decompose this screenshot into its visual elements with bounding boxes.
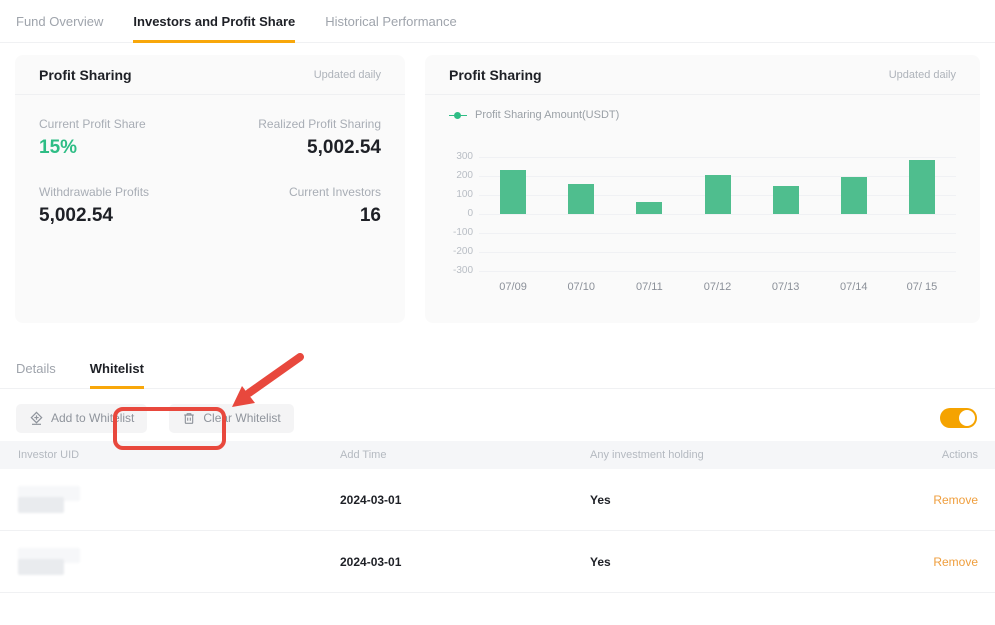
add-to-whitelist-label: Add to Whitelist: [51, 411, 134, 425]
legend-label: Profit Sharing Amount(USDT): [475, 109, 619, 121]
cell-holding: Yes: [590, 493, 888, 507]
redacted-uid: [18, 548, 84, 576]
chart-bar: [773, 186, 799, 214]
chart-x-tick-label: 07/12: [683, 281, 751, 293]
stats-grid: Current Profit Share 15% Realized Profit…: [15, 95, 405, 227]
table-row: 2024-03-01 Yes Remove: [0, 531, 995, 593]
stat-value: 5,002.54: [210, 137, 381, 159]
stat-current-profit-share: Current Profit Share 15%: [39, 117, 210, 159]
chart-bar: [500, 170, 526, 214]
chart-x-tick-label: 07/11: [615, 281, 683, 293]
whitelist-toolbar: Add to Whitelist Clear Whitelist: [16, 403, 979, 433]
card-header: Profit Sharing Updated daily: [15, 55, 405, 95]
updated-daily-label: Updated daily: [889, 69, 956, 81]
tab-historical-performance[interactable]: Historical Performance: [325, 14, 457, 42]
chart-x-axis: 07/0907/1007/1107/1207/1307/1407/ 15: [479, 281, 956, 293]
chart-y-tick-label: 100: [456, 189, 473, 200]
header-actions: Actions: [888, 449, 978, 461]
profit-sharing-chart-card: Profit Sharing Updated daily Profit Shar…: [425, 55, 980, 323]
chart-bar: [568, 184, 594, 214]
cell-investor-uid: [18, 548, 340, 576]
main-tabs: Fund Overview Investors and Profit Share…: [0, 0, 995, 43]
header-any-investment-holding: Any investment holding: [590, 449, 888, 461]
chart-bar: [909, 160, 935, 214]
whitelist-table: Investor UID Add Time Any investment hol…: [0, 441, 995, 593]
cell-add-time: 2024-03-01: [340, 493, 590, 507]
chart-y-tick-label: 300: [456, 151, 473, 162]
tab-fund-overview[interactable]: Fund Overview: [16, 14, 103, 42]
cell-investor-uid: [18, 486, 340, 514]
chart-gridline: [479, 252, 956, 253]
stat-realized-profit-sharing: Realized Profit Sharing 5,002.54: [210, 117, 381, 159]
table-header-row: Investor UID Add Time Any investment hol…: [0, 441, 995, 469]
chart-y-tick-label: -300: [453, 265, 473, 276]
header-investor-uid: Investor UID: [18, 449, 340, 461]
add-to-whitelist-icon: [29, 411, 44, 426]
card-title: Profit Sharing: [449, 67, 542, 83]
chart-gridline: [479, 271, 956, 272]
chart-plot: [479, 157, 956, 271]
chart-x-tick-label: 07/14: [820, 281, 888, 293]
chart-gridline: [479, 214, 956, 215]
summary-cards: Profit Sharing Updated daily Current Pro…: [15, 55, 980, 323]
header-add-time: Add Time: [340, 449, 590, 461]
stat-label: Current Investors: [210, 185, 381, 199]
remove-link[interactable]: Remove: [933, 493, 978, 507]
chart-gridline: [479, 233, 956, 234]
chart-bar: [705, 175, 731, 214]
table-row: 2024-03-01 Yes Remove: [0, 469, 995, 531]
cell-actions: Remove: [888, 555, 978, 569]
cell-holding: Yes: [590, 555, 888, 569]
stat-value: 5,002.54: [39, 205, 210, 227]
stat-label: Current Profit Share: [39, 117, 210, 131]
clear-whitelist-label: Clear Whitelist: [203, 411, 280, 425]
stat-label: Withdrawable Profits: [39, 185, 210, 199]
chart-gridline: [479, 157, 956, 158]
redacted-uid: [18, 486, 84, 514]
whitelist-toggle[interactable]: [940, 408, 977, 428]
chart-y-tick-label: -200: [453, 246, 473, 257]
stat-value: 16: [210, 205, 381, 227]
page: { "colors": { "accent_underline": "#F8A7…: [0, 0, 995, 625]
add-to-whitelist-button[interactable]: Add to Whitelist: [16, 404, 147, 433]
legend-series-icon: [449, 112, 467, 119]
tab-whitelist[interactable]: Whitelist: [90, 361, 144, 388]
chart-legend: Profit Sharing Amount(USDT): [449, 109, 956, 121]
remove-link[interactable]: Remove: [933, 555, 978, 569]
toggle-knob: [959, 410, 975, 426]
chart-y-tick-label: 0: [467, 208, 473, 219]
stat-withdrawable-profits: Withdrawable Profits 5,002.54: [39, 185, 210, 227]
chart-y-axis: 3002001000-100-200-300: [449, 157, 479, 271]
tab-investors-profit-share[interactable]: Investors and Profit Share: [133, 14, 295, 42]
stat-current-investors: Current Investors 16: [210, 185, 381, 227]
cell-add-time: 2024-03-01: [340, 555, 590, 569]
stat-label: Realized Profit Sharing: [210, 117, 381, 131]
clear-whitelist-button[interactable]: Clear Whitelist: [169, 404, 293, 433]
trash-icon: [182, 411, 196, 426]
card-title: Profit Sharing: [39, 67, 132, 83]
profit-sharing-stats-card: Profit Sharing Updated daily Current Pro…: [15, 55, 405, 323]
chart-y-tick-label: -100: [453, 227, 473, 238]
chart-bar: [841, 177, 867, 214]
tab-details[interactable]: Details: [16, 361, 56, 388]
chart-x-tick-label: 07/13: [752, 281, 820, 293]
chart-x-tick-label: 07/10: [547, 281, 615, 293]
chart-y-tick-label: 200: [456, 170, 473, 181]
card-header: Profit Sharing Updated daily: [425, 55, 980, 95]
stat-value: 15%: [39, 137, 210, 159]
chart-x-tick-label: 07/ 15: [888, 281, 956, 293]
chart-bar: [636, 202, 662, 214]
updated-daily-label: Updated daily: [314, 69, 381, 81]
detail-tabs: Details Whitelist: [0, 361, 995, 389]
chart-body: Profit Sharing Amount(USDT) 300 200 100 0 -1…: [425, 95, 980, 293]
bar-chart: 3002001000-100-200-300: [449, 157, 956, 271]
chart-x-tick-label: 07/09: [479, 281, 547, 293]
cell-actions: Remove: [888, 493, 978, 507]
